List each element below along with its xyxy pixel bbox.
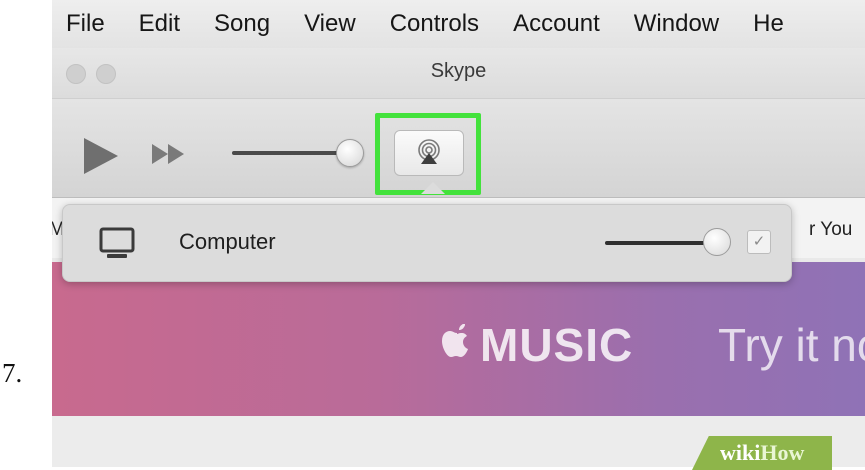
airplay-icon — [418, 139, 440, 164]
popover-arrow — [421, 182, 445, 194]
wikihow-how-text: How — [760, 440, 805, 465]
menu-edit[interactable]: Edit — [139, 10, 180, 38]
window-title: Skype — [430, 60, 487, 82]
menu-help[interactable]: He — [753, 10, 784, 38]
menu-bar: File Edit Song View Controls Account Win… — [52, 0, 865, 48]
device-computer-label[interactable]: Computer — [179, 229, 276, 255]
menu-controls[interactable]: Controls — [390, 10, 479, 38]
apple-music-wordmark: MUSIC — [480, 319, 634, 371]
menu-view[interactable]: View — [304, 10, 356, 38]
itunes-screen: File Edit Song View Controls Account Win… — [52, 0, 865, 467]
device-checkbox[interactable]: ✓ — [747, 230, 771, 254]
wikihow-wiki-text: wiki — [720, 440, 761, 465]
volume-slider-knob[interactable] — [336, 139, 364, 167]
menu-account[interactable]: Account — [513, 10, 600, 38]
fast-forward-icon[interactable] — [152, 144, 198, 168]
apple-logo-icon — [442, 324, 468, 357]
airplay-button[interactable] — [394, 130, 464, 176]
try-it-now-text[interactable]: Try it no — [718, 318, 865, 372]
playback-toolbar — [52, 99, 865, 198]
menu-song[interactable]: Song — [214, 10, 270, 38]
volume-slider-track[interactable] — [232, 151, 352, 155]
menu-window[interactable]: Window — [634, 10, 719, 38]
apple-music-banner[interactable]: MUSIC Try it no — [52, 262, 865, 416]
menu-file[interactable]: File — [66, 10, 105, 38]
play-icon[interactable] — [84, 138, 118, 174]
wikihow-watermark: wikiHow — [692, 436, 832, 470]
tab-for-you[interactable]: r You — [809, 219, 852, 241]
window-title-bar: Skype — [52, 48, 865, 99]
airplay-popover: Computer ✓ — [62, 204, 792, 282]
computer-icon — [99, 227, 135, 258]
device-volume-track[interactable] — [605, 241, 715, 245]
device-volume-knob[interactable] — [703, 228, 731, 256]
step-number: 7. — [2, 358, 23, 388]
